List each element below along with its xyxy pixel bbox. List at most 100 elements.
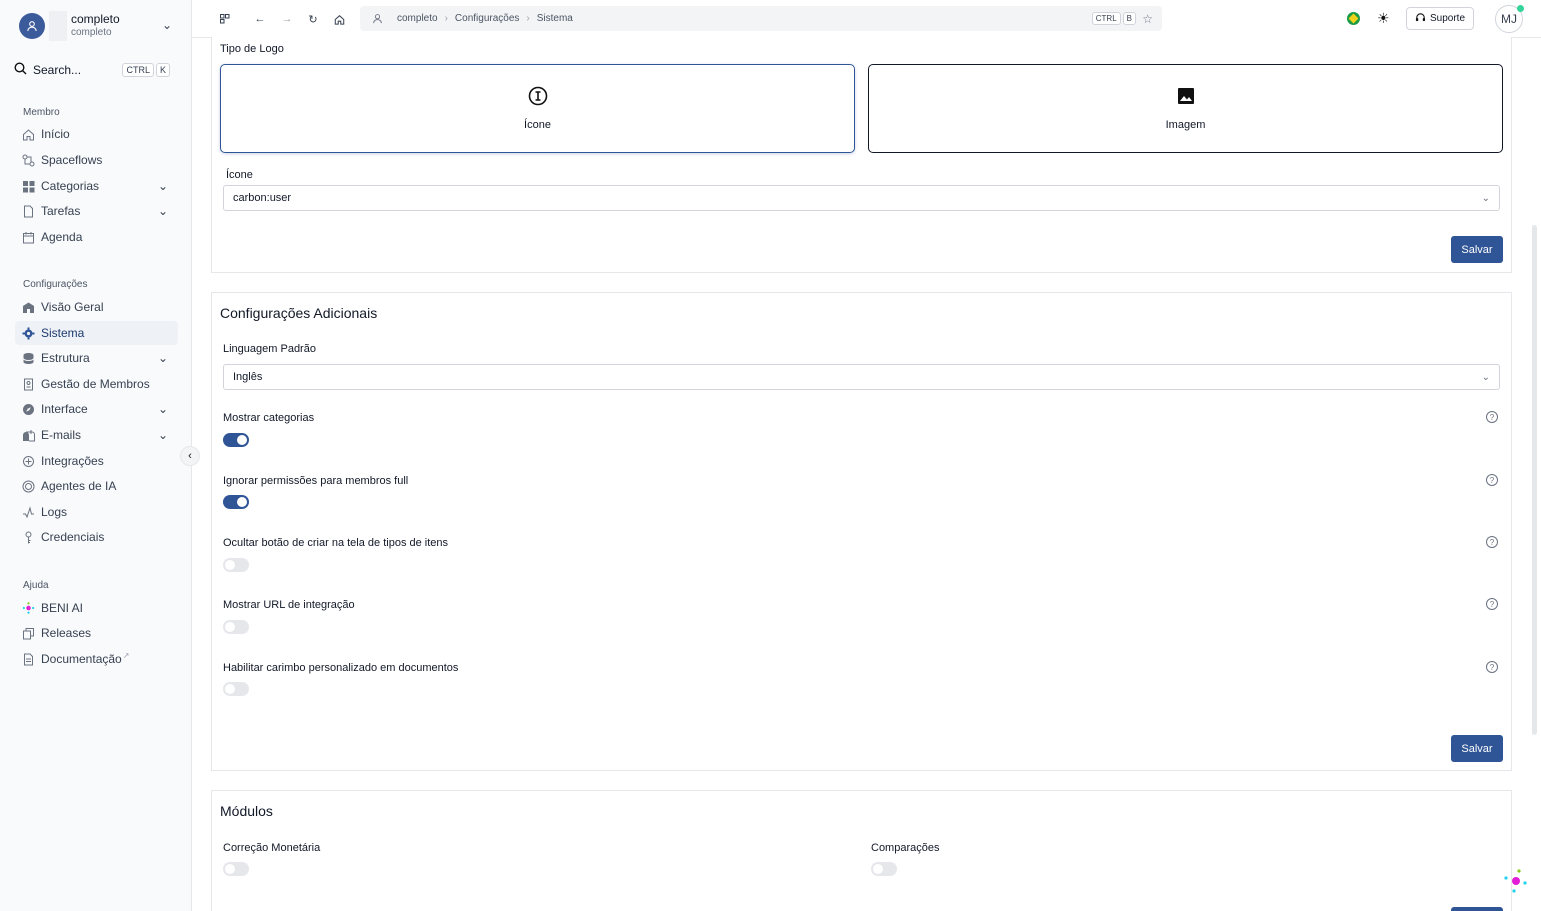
database-icon [22, 352, 35, 365]
show-categories-toggle[interactable] [223, 433, 249, 447]
save-logo-button[interactable]: Salvar [1451, 236, 1503, 263]
language-label: Linguagem Padrão [223, 343, 316, 355]
help-icon[interactable]: ? [1486, 474, 1498, 486]
workspace-logo [49, 11, 67, 41]
help-icon[interactable]: ? [1486, 598, 1498, 610]
sidebar-item-label: Interface [41, 402, 88, 416]
sidebar-item-gestao-membros[interactable]: Gestão de Membros [15, 372, 178, 396]
home-icon[interactable] [330, 10, 348, 28]
activity-icon [22, 505, 35, 519]
sidebar-item-label: Logs [41, 505, 68, 519]
sidebar-item-agentes-ia[interactable]: Agentes de IA [15, 474, 178, 498]
sidebar-item-beni-ai[interactable]: BENI AI [15, 596, 178, 620]
save-additional-button[interactable]: Salvar [1451, 735, 1503, 762]
help-icon[interactable]: ? [1486, 536, 1498, 548]
setting-label: Mostrar URL de integração [223, 599, 355, 611]
sidebar-item-label: Início [41, 127, 70, 141]
custom-stamp-toggle[interactable] [223, 682, 249, 696]
sun-icon[interactable]: ☀ [1377, 10, 1390, 27]
help-icon[interactable]: ? [1486, 411, 1498, 423]
back-arrow-icon[interactable]: ← [251, 10, 269, 28]
modules-title: Módulos [220, 803, 273, 819]
section-config-title: Configurações [23, 279, 88, 290]
sidebar-item-emails[interactable]: E-mails ⌄ [15, 423, 178, 447]
sidebar-item-estrutura[interactable]: Estrutura ⌄ [15, 346, 178, 370]
external-link-icon: ↗ [122, 651, 130, 660]
sidebar-item-label: Documentação [41, 652, 122, 666]
sidebar-item-categorias[interactable]: Categorias ⌄ [15, 174, 178, 198]
layout-icon[interactable] [216, 10, 234, 28]
sidebar-item-inicio[interactable]: Início [15, 122, 178, 146]
sidebar-item-label: Gestão de Membros [41, 377, 150, 391]
star-icon[interactable]: ☆ [1142, 12, 1153, 26]
workspace-switcher[interactable]: completo completo ⌄ [12, 8, 180, 44]
section-help-title: Ajuda [23, 580, 49, 591]
module-label: Correção Monetária [223, 842, 321, 854]
show-integration-url-toggle[interactable] [223, 620, 249, 634]
top-bar: ← → ↻ completo › Configurações › Sistema… [192, 0, 1541, 38]
chevron-right-icon: › [526, 13, 530, 24]
brazil-flag-icon[interactable] [1347, 12, 1360, 25]
sidebar-item-releases[interactable]: Releases [15, 621, 178, 645]
logo-type-title: Tipo de Logo [220, 43, 284, 55]
shortcut-key: B [1122, 12, 1136, 25]
logo-option-icon[interactable]: Ícone [220, 64, 855, 153]
setting-label: Ignorar permissões para membros full [223, 475, 409, 487]
sidebar-item-spaceflows[interactable]: Spaceflows [15, 148, 178, 172]
sidebar-item-sistema[interactable]: Sistema [15, 321, 178, 345]
forward-arrow-icon[interactable]: → [278, 10, 296, 28]
comparisons-toggle[interactable] [871, 862, 897, 876]
releases-icon [22, 627, 35, 640]
chevron-down-icon: ⌄ [157, 179, 168, 193]
logo-option-image[interactable]: Imagem [868, 64, 1503, 153]
search-label: Search... [33, 63, 82, 77]
logo-option-image-label: Imagem [1165, 119, 1206, 131]
icon-select[interactable]: carbon:user ⌄ [223, 185, 1500, 211]
sidebar-item-documentacao[interactable]: Documentação ↗ [15, 647, 178, 671]
language-select[interactable]: Inglês ⌄ [223, 364, 1500, 390]
mailbox-icon [22, 429, 35, 442]
sidebar-item-logs[interactable]: Logs [15, 500, 178, 524]
id-badge-icon [22, 378, 35, 391]
reload-icon[interactable]: ↻ [304, 10, 322, 28]
ignore-permissions-toggle[interactable] [223, 495, 249, 509]
breadcrumb-item[interactable]: completo [397, 13, 438, 24]
sidebar-item-tarefas[interactable]: Tarefas ⌄ [15, 199, 178, 223]
sidebar-item-visao-geral[interactable]: Visão Geral [15, 295, 178, 319]
user-icon [372, 13, 383, 24]
building-icon [22, 301, 35, 314]
search-button[interactable]: Search... CTRL K [14, 58, 178, 82]
document-icon [22, 205, 35, 218]
collapse-sidebar-button[interactable]: ‹ [180, 446, 200, 466]
additional-settings-title: Configurações Adicionais [220, 305, 378, 321]
breadcrumb-item[interactable]: Configurações [455, 13, 519, 24]
workspace-subtitle: completo [71, 27, 112, 38]
setting-label: Habilitar carimbo personalizado em docum… [223, 662, 459, 674]
section-member-title: Membro [23, 107, 60, 118]
beni-assistant-button[interactable] [1502, 868, 1528, 894]
breadcrumb-item[interactable]: Sistema [537, 13, 573, 24]
monetary-correction-toggle[interactable] [223, 862, 249, 876]
sidebar-item-agenda[interactable]: Agenda [15, 225, 178, 249]
shortcut-key: K [155, 63, 170, 77]
save-modules-button[interactable] [1451, 907, 1503, 911]
hide-create-button-toggle[interactable] [223, 558, 249, 572]
gear-icon [22, 327, 35, 340]
sidebar-item-integracoes[interactable]: Integrações [15, 449, 178, 473]
support-button[interactable]: Suporte [1406, 7, 1474, 30]
sidebar-item-interface[interactable]: Interface ⌄ [15, 397, 178, 421]
chevron-left-icon: ‹ [188, 450, 192, 462]
sidebar-item-label: Categorias [41, 179, 100, 193]
help-icon[interactable]: ? [1486, 661, 1498, 673]
logo-option-icon-label: Ícone [524, 119, 551, 131]
sidebar-item-label: Agentes de IA [41, 479, 117, 493]
breadcrumb: completo › Configurações › Sistema CTRL … [360, 6, 1162, 31]
modules-card [211, 790, 1512, 911]
setting-label: Ocultar botão de criar na tela de tipos … [223, 537, 449, 549]
icon-select-value: carbon:user [233, 192, 292, 204]
scrollbar[interactable] [1532, 225, 1537, 735]
chevron-down-icon: ⌄ [157, 204, 168, 218]
sidebar-item-credenciais[interactable]: Credenciais [15, 525, 178, 549]
icon-field-label: Ícone [226, 169, 253, 181]
sidebar-item-label: Sistema [41, 326, 85, 340]
